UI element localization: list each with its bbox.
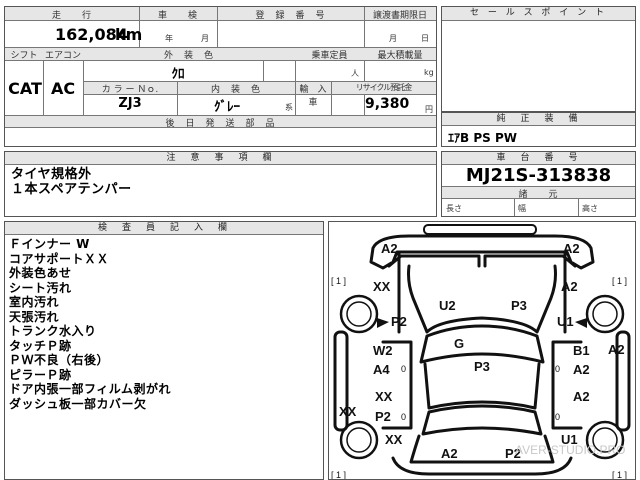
capacity-unit: 人: [351, 69, 359, 78]
mirror-left-shape: [377, 318, 389, 328]
inspector-line: ピラーＰ跡: [9, 367, 72, 382]
mark-door-fr2: A2: [573, 362, 590, 377]
mark-roof: P3: [474, 359, 490, 374]
mark-pillar-r: U1: [557, 314, 574, 329]
damage-diagram-box: A2 A2 [ 1 ] [ 1 ] XX A2 U2 P3 P2 U1 A2 G…: [328, 221, 636, 480]
inspector-lines: Ｆインナー W コアサポートＸＸ 外装色あせ シート汚れ 室内汚れ 天張汚れ ト…: [9, 237, 171, 411]
mark-side-r: A2: [608, 342, 625, 357]
width-label: 幅: [518, 204, 526, 213]
transfer-month: 月: [389, 34, 397, 43]
mark-hood-l: U2: [439, 298, 456, 313]
inspector-line: 外装色あせ: [9, 266, 72, 280]
mark-door-fr: B1: [573, 343, 590, 358]
inspector-line: シート汚れ: [9, 280, 72, 295]
mark-zero-a: 0: [401, 364, 406, 374]
mark-zero-b: 0: [555, 364, 560, 374]
transfer-deadline-label: 譲渡書期限日: [372, 11, 427, 21]
sales-point-box: セ ー ル ス ポ イ ン ト: [441, 6, 636, 112]
interior-color-unit: 系: [285, 103, 293, 112]
recycle-value: 9,380: [365, 96, 410, 112]
recycle-unit: 円: [425, 105, 433, 114]
inspector-line: 室内汚れ: [9, 295, 60, 309]
mirror-right-shape: [575, 318, 587, 328]
mark-tire-bl: [ 1 ]: [331, 470, 346, 479]
notes-line: １本スペアテンパー: [11, 181, 132, 197]
chassis-box: 車 台 番 号 MJ21S-313838 諸 元 長さ 幅 高さ: [441, 151, 636, 217]
mark-front-left: A2: [381, 241, 398, 256]
inspector-line: トランク水入り: [9, 324, 97, 338]
vehicle-info-table: 走 行 車 検 登 録 番 号 譲渡書期限日 162,084 km 年 月 月 …: [4, 6, 437, 147]
inspector-line: 天張汚れ: [9, 309, 60, 324]
inspector-title: 検 査 員 記 入 欄: [5, 222, 323, 235]
mark-zero-d: 0: [555, 412, 560, 422]
chassis-value: MJ21S-313838: [465, 165, 612, 186]
watermark: AVER-STUDIO.PRO: [515, 443, 625, 457]
mark-fender-fr: A2: [561, 279, 578, 294]
mark-door-rl2: P2: [375, 409, 391, 424]
mark-hood-r: P3: [511, 298, 527, 313]
mark-tire-br: [ 1 ]: [612, 470, 627, 479]
exterior-color-value: ｸﾛ: [171, 67, 185, 82]
mark-front-right: A2: [563, 241, 580, 256]
recycle-label: リサイクル預託金: [355, 83, 413, 92]
inspector-box: 検 査 員 記 入 欄 Ｆインナー W コアサポートＸＸ 外装色あせ シート汚れ…: [4, 221, 324, 480]
mark-tire-tr: [ 1 ]: [612, 276, 627, 286]
color-no-value: ZJ3: [118, 96, 142, 111]
inspector-line: Ｆインナー W: [9, 237, 90, 251]
mark-zero-c: 0: [401, 412, 406, 422]
mark-door-rl: XX: [375, 389, 393, 404]
mark-door-rr: A2: [573, 389, 590, 404]
inspector-line: ダッシュ板一部カバー欠: [9, 396, 147, 411]
inspector-line: ドア内張一部フィルム剥がれ: [9, 382, 172, 396]
inspector-line: タッチＰ跡: [9, 338, 72, 353]
inspector-line: コアサポートＸＸ: [9, 251, 110, 266]
notes-line: タイヤ規格外: [11, 167, 92, 182]
length-label: 長さ: [446, 204, 462, 213]
mileage-label: 走 行: [51, 11, 92, 21]
notes-title: 注 意 事 項 欄: [5, 152, 436, 165]
genuine-equipment-title: 純 正 装 備: [442, 113, 635, 126]
genuine-equipment-value: ｴｱB PS PW: [448, 131, 517, 145]
inspector-line: ＰＷ不良（右後）: [9, 353, 110, 367]
front-bumper-shape: [423, 224, 537, 235]
after-parts-label: 後 日 発 送 部 品: [165, 119, 276, 129]
import-label: 輸 入 車: [299, 85, 335, 108]
inspection-label: 車 検: [157, 11, 198, 21]
registration-label: 登 録 番 号: [255, 11, 326, 21]
inspection-month: 月: [201, 34, 209, 43]
ac-value: AC: [50, 79, 76, 98]
body-outline-shape: [369, 234, 595, 270]
sales-point-title: セ ー ル ス ポ イ ン ト: [442, 7, 635, 21]
interior-color-value: ｸﾞﾚｰ: [214, 100, 240, 115]
mark-windshield: G: [454, 336, 464, 351]
max-load-unit: kg: [424, 68, 434, 77]
notes-lines: タイヤ規格外 １本スペアテンパー: [11, 167, 132, 197]
inspection-year: 年: [165, 34, 173, 43]
shift-value: CAT: [8, 79, 42, 98]
mark-fender-fl: XX: [373, 279, 391, 294]
mark-rocker-l: XX: [339, 404, 357, 419]
mark-rear-l: A2: [441, 446, 458, 461]
genuine-equipment-box: 純 正 装 備 ｴｱB PS PW: [441, 112, 636, 147]
mark-door-fl: W2: [373, 343, 393, 358]
notes-box: 注 意 事 項 欄 タイヤ規格外 １本スペアテンパー: [4, 151, 437, 217]
mileage-unit: km: [115, 25, 143, 44]
height-label: 高さ: [582, 204, 598, 213]
transfer-day: 日: [421, 34, 429, 43]
car-diagram: A2 A2 [ 1 ] [ 1 ] XX A2 U2 P3 P2 U1 A2 G…: [331, 224, 631, 479]
mark-tire-tl: [ 1 ]: [331, 276, 346, 286]
mark-door-fl2: A4: [373, 362, 390, 377]
mark-fender-rl: XX: [385, 432, 403, 447]
chassis-title: 車 台 番 号: [442, 152, 635, 165]
mark-pillar-l: P2: [391, 314, 407, 329]
dims-label: 諸 元: [518, 190, 559, 200]
